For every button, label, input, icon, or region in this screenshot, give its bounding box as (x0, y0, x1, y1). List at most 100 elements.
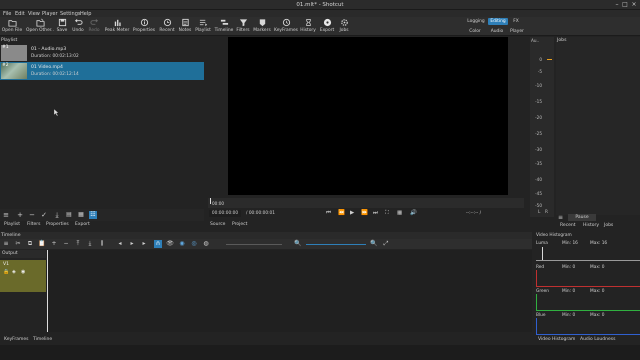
copy-icon[interactable]: ⧉ (26, 240, 34, 248)
v1-track-header[interactable]: V1 🔒 ◈ ◉ (0, 260, 46, 292)
rewind-icon[interactable]: ⏪ (338, 210, 345, 217)
jobs-menu-icon[interactable]: ≡ (558, 214, 566, 221)
overwrite-icon[interactable]: ⤓ (86, 240, 94, 248)
layout-player-button[interactable]: Player (508, 28, 526, 35)
scrubber[interactable]: 00:00 (208, 198, 524, 208)
cut-icon[interactable]: ✂ (14, 240, 22, 248)
tab-playlist[interactable]: Playlist (4, 222, 20, 227)
jobs-button[interactable]: Jobs (337, 17, 351, 36)
tab-project[interactable]: Project (232, 222, 247, 227)
ripple-delete-icon[interactable]: − (62, 240, 70, 248)
maximize-icon[interactable]: □ (622, 2, 628, 8)
tab-jobs[interactable]: Jobs (604, 223, 613, 228)
tab-history[interactable]: History (583, 223, 599, 228)
skip-to-end-icon[interactable]: ⏭ (373, 210, 378, 217)
recent-button[interactable]: Recent (158, 17, 176, 36)
skip-to-start-icon[interactable]: ⏮ (326, 210, 331, 217)
keyframes-button[interactable]: KeyFrames (274, 17, 298, 36)
marker-icon[interactable]: ◂ (116, 240, 124, 248)
open-file-button[interactable]: Open File (1, 17, 23, 36)
fast-forward-icon[interactable]: ⏩ (361, 210, 368, 217)
tab-filters[interactable]: Filters (27, 222, 41, 227)
zoom-slider-track[interactable] (226, 244, 282, 245)
ripple-all-icon[interactable]: ◎ (190, 240, 198, 248)
lift-icon[interactable]: ⤒ (74, 240, 82, 248)
jobs-header: Jobs (557, 38, 567, 43)
remove-icon[interactable]: − (28, 211, 36, 219)
layout-color-button[interactable]: Color (466, 28, 484, 35)
playlist-tabs: Playlist Filters Properties Export (0, 221, 204, 229)
next-marker-icon[interactable]: ▸ (140, 240, 148, 248)
zoom-in-icon[interactable]: 🔍 (370, 240, 378, 248)
export-button[interactable]: Export (318, 17, 336, 36)
zoom-out-icon[interactable]: 🔍 (294, 240, 302, 248)
eye-icon[interactable]: ◉ (21, 269, 25, 275)
markers-button[interactable]: Markers (252, 17, 272, 36)
zoom-fit-icon[interactable]: ⤢ (382, 240, 390, 248)
lock-icon[interactable]: 🔒 (3, 269, 9, 275)
composite-icon[interactable]: ◈ (12, 269, 16, 275)
grid-icon[interactable]: ▦ (397, 210, 402, 217)
green-histogram-bar (536, 294, 537, 311)
layout-logging-button[interactable]: Logging (464, 18, 488, 25)
ripple-icon[interactable]: ◉ (178, 240, 186, 248)
close-icon[interactable]: × (631, 2, 637, 8)
playlist-toolbar: ≡ + − ✓ ⤓ ▤ ▦ ☷ (0, 209, 204, 221)
layout-audio-button[interactable]: Audio (488, 28, 506, 35)
filters-button[interactable]: Filters (235, 17, 251, 36)
properties-button[interactable]: Properties (132, 17, 156, 36)
tab-source[interactable]: Source (210, 222, 225, 227)
pause-button[interactable]: Pause (568, 214, 596, 221)
histogram-header: Video Histogram (536, 233, 572, 238)
redo-button[interactable]: Redo (87, 17, 101, 36)
tiles-view-icon[interactable]: ▦ (77, 211, 85, 219)
window-title: 01.mlt* - Shotcut (296, 2, 344, 8)
timeline-playhead[interactable] (47, 250, 48, 332)
layout-editing-button[interactable]: Editing (488, 18, 508, 25)
tab-video-histogram[interactable]: Video Histogram (538, 337, 575, 342)
timeline-button[interactable]: Timeline (214, 17, 234, 36)
minimize-icon[interactable]: – (614, 2, 620, 8)
history-button[interactable]: History (299, 17, 317, 36)
add-marker-icon[interactable]: ▸ (128, 240, 136, 248)
menu-icon[interactable]: ≡ (2, 211, 10, 219)
peak-meter-button[interactable]: Peak Meter (103, 17, 131, 36)
audio-meter-header: Au.. (531, 38, 540, 43)
add-icon[interactable]: + (16, 211, 24, 219)
snap-icon[interactable]: ∩ (154, 240, 162, 248)
tab-keyframes[interactable]: KeyFrames (4, 337, 29, 342)
playlist-item[interactable]: #1 01 - Audio.mp3 Duration: 00:02:13:02 (0, 44, 204, 62)
toggle-zoom-icon[interactable]: ⛶ (385, 210, 389, 217)
tab-audio-loudness[interactable]: Audio Loudness (580, 337, 615, 342)
undo-button[interactable]: Undo (71, 17, 85, 36)
save-icon (58, 18, 66, 27)
split-icon[interactable]: ⫼ (98, 240, 106, 248)
video-viewer[interactable] (228, 37, 508, 195)
peak-meter-icon (114, 19, 121, 27)
update-icon[interactable]: ✓ (40, 211, 48, 219)
details-view-icon[interactable]: ▤ (65, 211, 73, 219)
tab-recent[interactable]: Recent (560, 223, 576, 228)
save-button[interactable]: Save (55, 17, 69, 36)
position-timecode[interactable]: 00:00:00:00 (209, 210, 241, 217)
timeline-menu-icon[interactable]: ≡ (2, 240, 10, 248)
tab-timeline[interactable]: Timeline (33, 337, 52, 342)
zoom-slider[interactable] (306, 244, 366, 245)
insert-icon[interactable]: ⤓ (53, 211, 61, 219)
playlist-item-selected[interactable]: #2 01 Video.mp4 Duration: 00:02:12:14 (0, 62, 204, 80)
tab-export[interactable]: Export (75, 222, 90, 227)
volume-icon[interactable]: 🔊 (410, 210, 417, 217)
append-icon[interactable]: + (50, 240, 58, 248)
open-other-button[interactable]: Open Other.. (26, 17, 54, 36)
scrub-icon[interactable]: 👁 (166, 240, 174, 248)
notes-button[interactable]: Notes (177, 17, 193, 36)
icons-view-icon[interactable]: ☷ (89, 211, 97, 219)
playlist-button[interactable]: Playlist (194, 17, 212, 36)
play-icon[interactable]: ▶ (350, 210, 354, 217)
timeline-track-area[interactable] (47, 250, 532, 332)
tab-properties[interactable]: Properties (46, 222, 69, 227)
ripple-markers-icon[interactable]: ◍ (202, 240, 210, 248)
layout-fx-button[interactable]: FX (509, 18, 523, 25)
playhead[interactable] (210, 198, 211, 204)
paste-icon[interactable]: 📋 (38, 240, 46, 248)
